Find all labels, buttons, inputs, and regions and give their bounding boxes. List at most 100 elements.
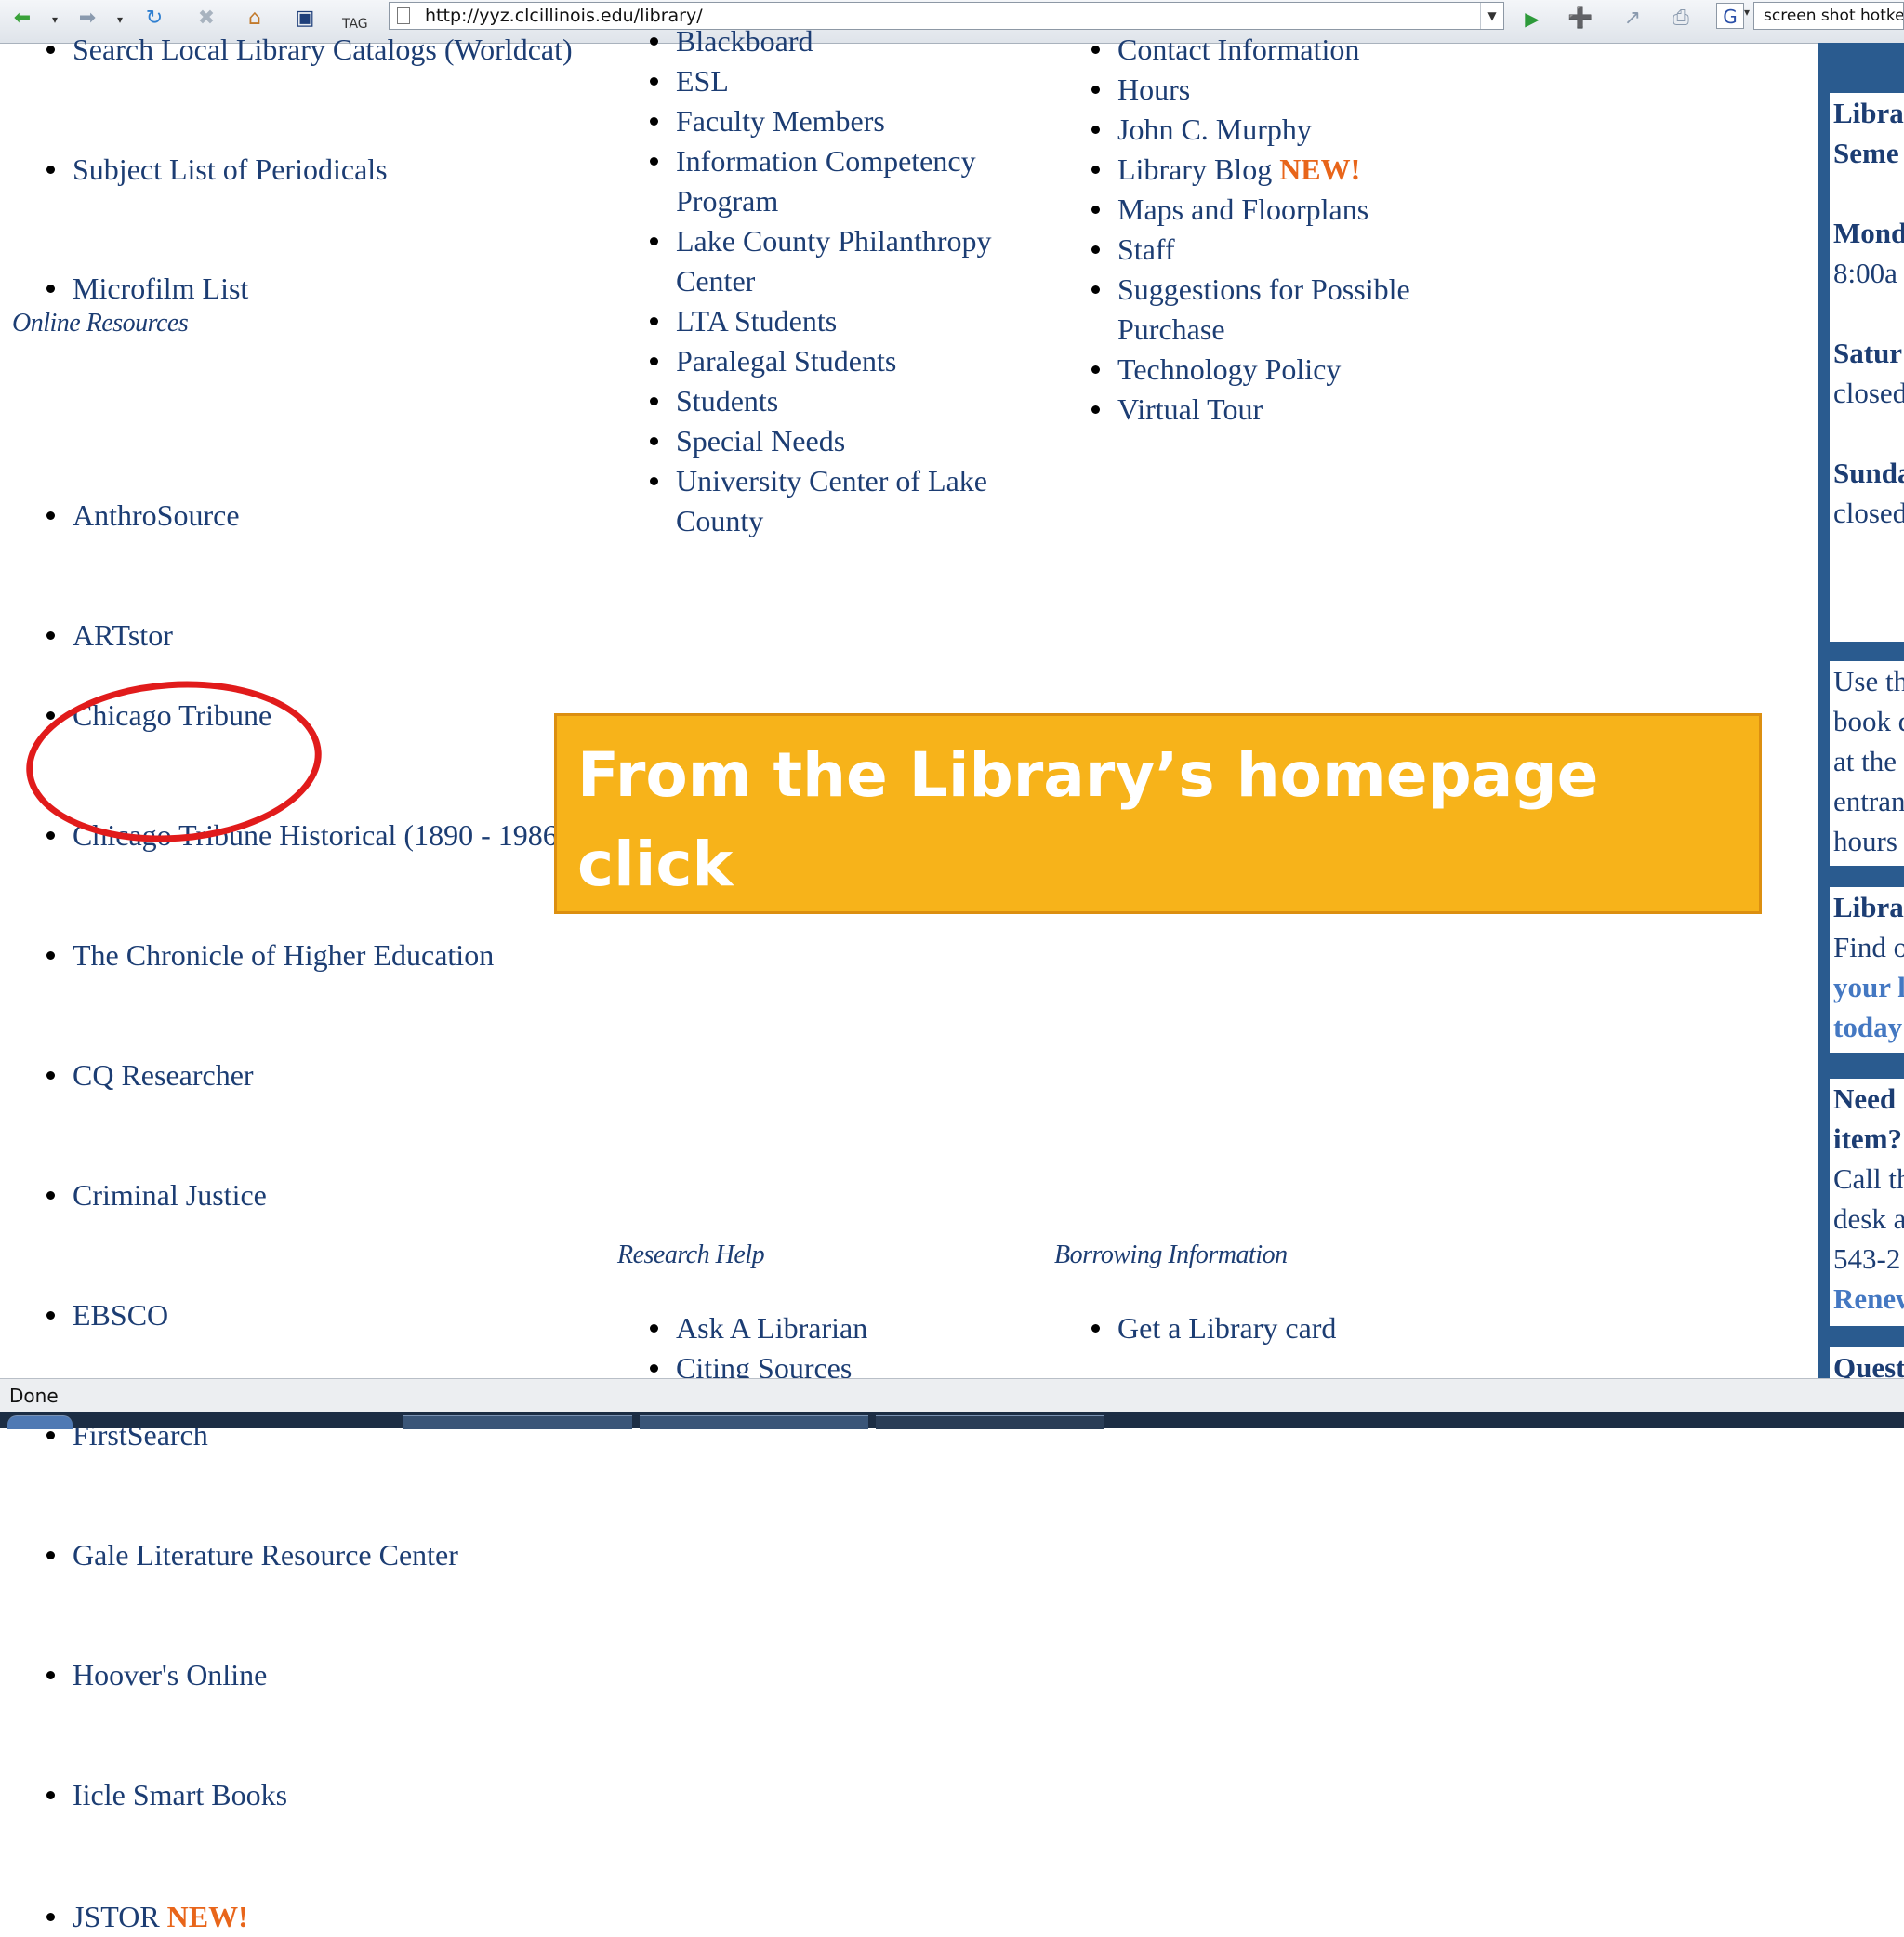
- link-jstor[interactable]: JSTOR NEW!: [46, 1897, 623, 1937]
- link-hours[interactable]: Hours: [1091, 70, 1482, 110]
- online-resources-list: AnthroSource ARTstor Chicago Tribune Chi…: [46, 120, 623, 1933]
- link-contact-information[interactable]: Contact Information: [1091, 30, 1482, 70]
- taskbar-item[interactable]: [403, 1415, 632, 1429]
- sidebar-question-panel: Quest: [1830, 1347, 1904, 1378]
- link-artstor[interactable]: ARTstor: [46, 616, 623, 656]
- link-criminal-justice[interactable]: Criminal Justice: [46, 1175, 623, 1215]
- sidebar-link[interactable]: your l: [1833, 967, 1904, 1007]
- status-bar: Done: [0, 1378, 1904, 1412]
- borrowing-list: Get a Library card: [1091, 1308, 1482, 1348]
- link-maps-floorplans[interactable]: Maps and Floorplans: [1091, 190, 1482, 230]
- sidebar-bookdrop-panel: Use th book d at the entran hours: [1830, 661, 1904, 866]
- instruction-callout: From the Library’s homepage click on the…: [554, 713, 1762, 989]
- share-icon[interactable]: ↗: [1618, 4, 1647, 33]
- link-john-murphy[interactable]: John C. Murphy: [1091, 110, 1482, 150]
- link-information-competency[interactable]: Information Competency Program: [650, 141, 1022, 221]
- taskbar-item[interactable]: [876, 1415, 1104, 1429]
- sidebar-line: Find o: [1833, 931, 1904, 963]
- search-engine-dropdown-icon[interactable]: ▾: [1744, 6, 1750, 19]
- borrowing-list-wrap: Get a Library card: [1091, 1308, 1482, 1348]
- new-badge: NEW!: [1279, 153, 1361, 186]
- google-search-icon[interactable]: G: [1716, 3, 1744, 29]
- taskbar-item[interactable]: [640, 1415, 868, 1429]
- online-resources-heading: Online Resources: [12, 309, 189, 338]
- new-badge: NEW!: [166, 1900, 248, 1933]
- sidebar-line: desk a: [1833, 1202, 1904, 1235]
- sidebar-need-panel: Need item? Call th desk a 543-2 Renew: [1830, 1079, 1904, 1326]
- research-help-list-wrap: Ask A Librarian Citing Sources: [650, 1308, 1022, 1388]
- address-dropdown-icon[interactable]: ▼: [1480, 3, 1503, 29]
- services-list: Blackboard ESL Faculty Members Informati…: [650, 21, 1022, 541]
- link-cq-researcher[interactable]: CQ Researcher: [46, 1055, 623, 1095]
- link-students[interactable]: Students: [650, 381, 1022, 421]
- sidebar-line: book d: [1833, 705, 1904, 737]
- sidebar-hours-panel: Libra Seme Mond 8:00a Satur closed Sunda…: [1830, 93, 1904, 642]
- link-periodicals[interactable]: Subject List of Periodicals: [46, 150, 623, 190]
- sidebar-line: 8:00a: [1833, 257, 1897, 289]
- sidebar-line: Quest: [1833, 1351, 1904, 1378]
- sidebar-line: Libra: [1833, 97, 1904, 129]
- link-philanthropy-center[interactable]: Lake County Philanthropy Center: [650, 221, 1022, 301]
- link-technology-policy[interactable]: Technology Policy: [1091, 350, 1482, 390]
- sidebar-line: 543-2: [1833, 1242, 1901, 1275]
- sidebar-line: Mond: [1833, 217, 1904, 249]
- catalog-links: Search Local Library Catalogs (Worldcat)…: [46, 0, 623, 305]
- link-worldcat[interactable]: Search Local Library Catalogs (Worldcat): [46, 30, 623, 70]
- link-lta-students[interactable]: LTA Students: [650, 301, 1022, 341]
- sidebar-line: closed: [1833, 377, 1904, 409]
- link-suggestions-purchase[interactable]: Suggestions for Possible Purchase: [1091, 270, 1482, 350]
- jstor-label[interactable]: JSTOR: [73, 1900, 160, 1933]
- link-special-needs[interactable]: Special Needs: [650, 421, 1022, 461]
- link-university-center[interactable]: University Center of Lake County: [650, 461, 1022, 541]
- status-text: Done: [9, 1385, 59, 1407]
- sidebar-line: Seme: [1833, 137, 1899, 169]
- sidebar-line: closed: [1833, 497, 1904, 529]
- callout-text: on the: [577, 918, 821, 989]
- sidebar-line: Libra: [1833, 891, 1904, 923]
- link-staff[interactable]: Staff: [1091, 230, 1482, 270]
- link-microfilm[interactable]: Microfilm List: [46, 269, 623, 309]
- go-icon[interactable]: ▶: [1517, 4, 1547, 33]
- link-library-card[interactable]: Get a Library card: [1091, 1308, 1482, 1348]
- link-iicle[interactable]: Iicle Smart Books: [46, 1775, 623, 1815]
- sidebar-link[interactable]: today: [1833, 1007, 1904, 1047]
- link-blackboard[interactable]: Blackboard: [650, 21, 1022, 61]
- sidebar-find-panel: Libra Find o your l today: [1830, 887, 1904, 1053]
- library-blog-label[interactable]: Library Blog: [1117, 153, 1272, 186]
- taskbar: [0, 1412, 1904, 1429]
- sidebar-line: Sunda: [1833, 457, 1904, 489]
- link-anthrosource[interactable]: AnthroSource: [46, 496, 623, 536]
- sidebar-line: Call th: [1833, 1162, 1904, 1195]
- link-virtual-tour[interactable]: Virtual Tour: [1091, 390, 1482, 430]
- link-esl[interactable]: ESL: [650, 61, 1022, 101]
- link-gale[interactable]: Gale Literature Resource Center: [46, 1535, 623, 1575]
- sidebar-line: Need: [1833, 1082, 1897, 1115]
- callout-line-1: From the Library’s homepage click: [577, 739, 1599, 900]
- print-icon[interactable]: ⎙: [1666, 4, 1696, 33]
- column-about: Contact Information Hours John C. Murphy…: [1091, 30, 1482, 430]
- sidebar-line: entran: [1833, 785, 1904, 817]
- callout-text: hyperlink: [1326, 918, 1674, 989]
- about-list: Contact Information Hours John C. Murphy…: [1091, 30, 1482, 430]
- sidebar-line: Use th: [1833, 665, 1904, 697]
- start-button[interactable]: [7, 1415, 73, 1429]
- sidebar-line: item?: [1833, 1122, 1903, 1155]
- research-help-list: Ask A Librarian Citing Sources: [650, 1308, 1022, 1388]
- back-arrow-icon[interactable]: ⬅: [7, 4, 37, 33]
- sidebar-line: Satur: [1833, 337, 1903, 369]
- link-faculty-members[interactable]: Faculty Members: [650, 101, 1022, 141]
- link-hoovers[interactable]: Hoover's Online: [46, 1655, 623, 1695]
- search-input[interactable]: screen shot hotkey: [1753, 2, 1904, 30]
- research-help-heading: Research Help: [617, 1240, 765, 1269]
- link-paralegal-students[interactable]: Paralegal Students: [650, 341, 1022, 381]
- link-chronicle[interactable]: The Chronicle of Higher Education: [46, 935, 623, 975]
- sidebar-renew-link[interactable]: Renew: [1833, 1279, 1904, 1319]
- callout-line-2: on the CQ Researcher hyperlink: [577, 909, 1759, 999]
- sidebar-line: hours: [1833, 825, 1897, 857]
- add-tab-icon[interactable]: ➕: [1566, 4, 1595, 33]
- link-ask-librarian[interactable]: Ask A Librarian: [650, 1308, 1022, 1348]
- callout-emphasis: CQ Researcher: [820, 918, 1327, 989]
- link-ebsco[interactable]: EBSCO: [46, 1295, 623, 1335]
- borrowing-heading: Borrowing Information: [1054, 1240, 1288, 1269]
- link-library-blog[interactable]: Library Blog NEW!: [1091, 150, 1482, 190]
